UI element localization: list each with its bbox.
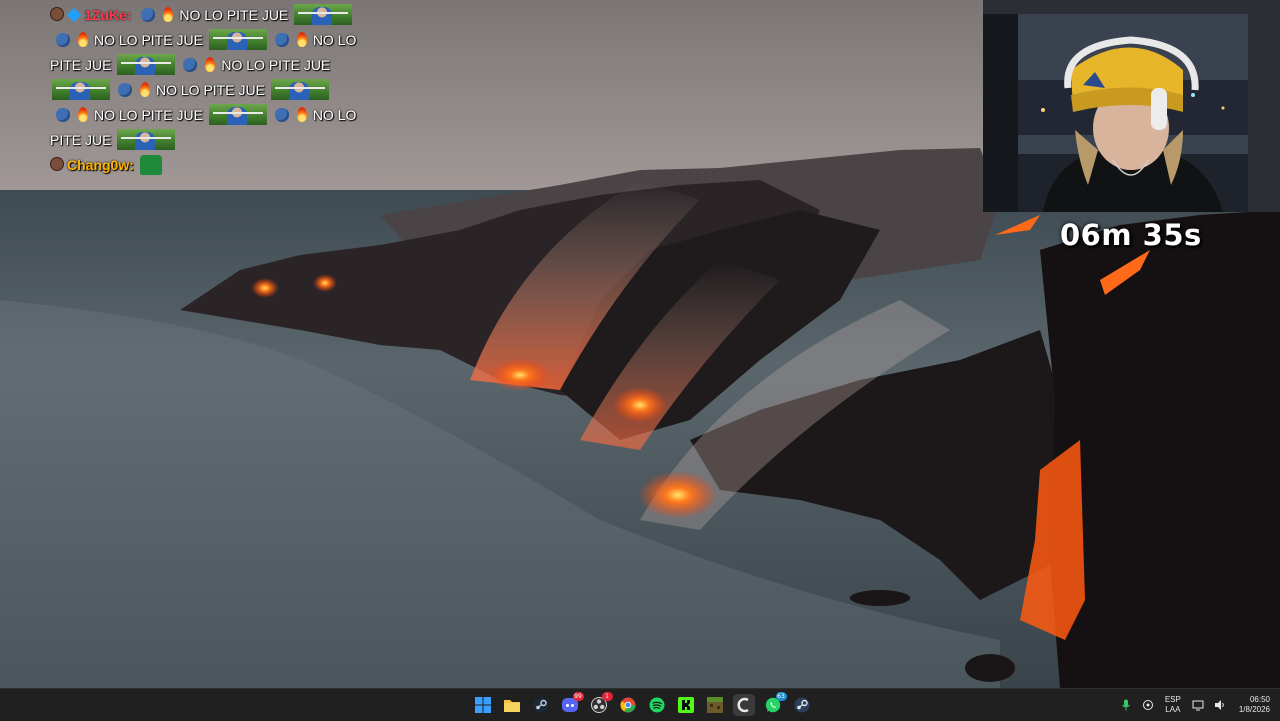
chat-text: NO LO	[312, 32, 357, 48]
fire-emote	[140, 82, 150, 97]
chat-message: 1ZuKe: NO LO PITE JUE NO LO PITE JUE NO …	[50, 3, 370, 153]
taskbar-apps: 99 1 63	[468, 689, 816, 721]
system-tray: ESP LAA 06:50 1/8/2026	[1115, 689, 1280, 721]
fire-emote	[163, 7, 174, 22]
chat-text: NO LO PITE JUE	[94, 107, 203, 123]
windows-logo-icon	[474, 697, 491, 713]
messi-image-emote	[294, 4, 353, 25]
chat-text: NO LO PITE JUE	[94, 32, 203, 48]
fire-emote	[296, 107, 307, 122]
cursor-app-icon	[737, 697, 749, 713]
steam-icon	[533, 697, 548, 713]
chat-username: 1ZuKe	[84, 7, 127, 23]
chat-overlay: 1ZuKe: NO LO PITE JUE NO LO PITE JUE NO …	[50, 3, 370, 178]
kick-icon	[677, 697, 694, 713]
chat-message: Chang0w:	[50, 153, 370, 178]
chat-text: NO LO PITE JUE	[156, 82, 265, 98]
whatsapp-button[interactable]: 63	[762, 692, 787, 716]
steam-button[interactable]	[530, 694, 552, 716]
punch-emote	[141, 8, 156, 22]
messi-image-emote	[117, 129, 176, 150]
punch-emote	[56, 33, 70, 47]
user-avatar	[50, 157, 64, 171]
steam-2-button[interactable]	[791, 694, 813, 716]
clock-date: 1/8/2026	[1238, 705, 1270, 714]
chat-text: NO LO	[312, 107, 357, 123]
discord-button[interactable]: 99	[559, 692, 584, 716]
user-avatar	[50, 7, 64, 21]
cursor-app-button[interactable]	[732, 694, 755, 716]
punch-emote	[274, 33, 289, 47]
chat-text: NO LO PITE JUE	[179, 7, 289, 23]
clock-time: 06:50	[1249, 695, 1270, 704]
network-icon[interactable]	[1192, 699, 1204, 711]
chrome-button[interactable]	[617, 694, 639, 716]
chrome-icon	[620, 697, 635, 713]
file-explorer-button[interactable]	[501, 694, 523, 716]
punch-emote	[274, 108, 289, 122]
folder-icon	[503, 700, 520, 712]
messi-image-emote	[117, 54, 176, 75]
language-indicator[interactable]: ESP LAA	[1165, 695, 1181, 715]
speaker-icon[interactable]	[1214, 699, 1226, 711]
messi-image-emote	[208, 29, 267, 50]
fire-emote	[205, 57, 216, 72]
location-icon[interactable]	[1142, 699, 1154, 711]
chat-text: PITE JUE	[50, 57, 112, 73]
chat-text: PITE JUE	[50, 132, 112, 148]
minecraft-button[interactable]	[704, 694, 726, 716]
obs-button[interactable]: 1	[588, 692, 613, 716]
fire-emote	[78, 107, 88, 122]
green-block-emote	[139, 155, 162, 175]
notification-badge: 1	[601, 692, 613, 701]
keyboard-layout: LAA	[1165, 705, 1181, 714]
chat-username: Chang0w	[67, 157, 130, 173]
stream-timer: 06m 35s	[1060, 218, 1202, 252]
steam-icon	[794, 697, 809, 713]
messi-image-emote	[52, 79, 110, 100]
fire-emote	[78, 32, 88, 47]
punch-emote	[118, 83, 132, 97]
punch-emote	[56, 108, 70, 122]
notification-badge: 99	[572, 692, 584, 701]
clock[interactable]: 06:50 1/8/2026	[1239, 695, 1270, 715]
punch-emote	[183, 58, 198, 72]
notification-badge: 63	[775, 692, 787, 701]
taskbar: 99 1 63 ESP LAA 06:50 1/8/2026	[0, 688, 1280, 721]
minecraft-icon	[706, 697, 723, 713]
chat-text: NO LO PITE JUE	[221, 57, 331, 73]
microphone-icon[interactable]	[1120, 699, 1132, 711]
messi-image-emote	[270, 79, 329, 100]
diamond-badge-icon	[66, 7, 82, 23]
fire-emote	[296, 32, 307, 47]
spotify-button[interactable]	[646, 694, 668, 716]
spotify-icon	[649, 697, 664, 713]
language-code: ESP	[1164, 695, 1181, 704]
kick-button[interactable]	[675, 694, 697, 716]
messi-image-emote	[208, 104, 267, 125]
webcam-feed	[983, 0, 1280, 212]
start-button[interactable]	[472, 694, 494, 716]
